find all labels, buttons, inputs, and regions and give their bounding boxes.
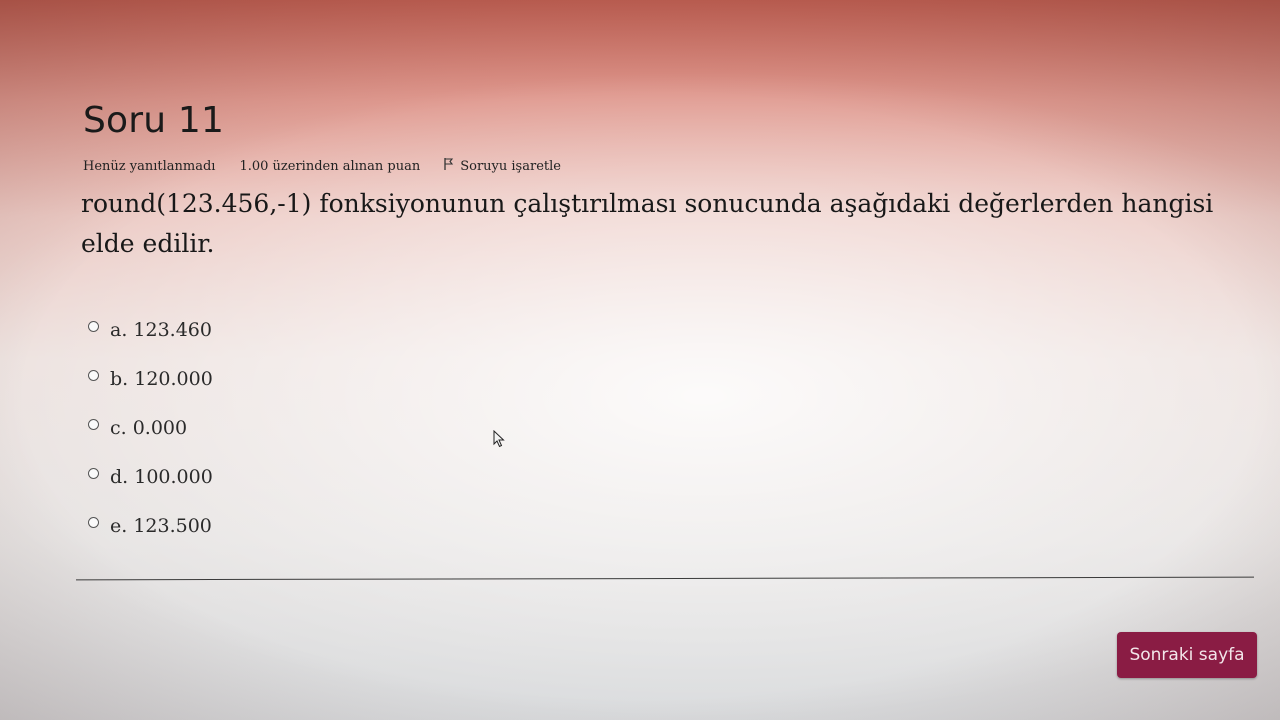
answer-option-label: c. 0.000 [110,416,188,439]
answer-option-label: a. 123.460 [110,318,212,341]
question-text: round(123.456,-1) fonksiyonunun çalıştır… [81,189,1214,258]
radio-button[interactable] [88,321,99,332]
answer-options: a. 123.460 b. 120.000 c. 0.000 d. 100.00… [88,305,213,550]
question-title: Soru 11 [83,100,225,141]
next-page-button[interactable]: Sonraki sayfa [1117,632,1257,678]
radio-button[interactable] [88,517,99,528]
flag-question-link[interactable]: Soruyu işaretle [444,158,561,174]
answer-option-label: e. 123.500 [110,514,212,537]
answer-option-b[interactable]: b. 120.000 [88,354,213,403]
flag-question-label: Soruyu işaretle [460,158,561,174]
radio-button[interactable] [88,370,99,381]
radio-button[interactable] [88,419,99,430]
section-divider [76,576,1254,581]
mouse-pointer-icon [493,429,505,448]
answer-status: Henüz yanıtlanmadı [83,158,216,174]
flag-icon [444,158,454,174]
question-points: 1.00 üzerinden alınan puan [239,158,421,174]
answer-option-label: d. 100.000 [110,465,213,488]
question-info: Henüz yanıtlanmadı 1.00 üzerinden alınan… [83,158,561,174]
answer-option-a[interactable]: a. 123.460 [88,305,213,354]
answer-option-c[interactable]: c. 0.000 [88,403,213,452]
answer-option-label: b. 120.000 [110,367,213,390]
radio-button[interactable] [88,468,99,479]
answer-option-e[interactable]: e. 123.500 [88,501,213,550]
answer-option-d[interactable]: d. 100.000 [88,452,213,501]
